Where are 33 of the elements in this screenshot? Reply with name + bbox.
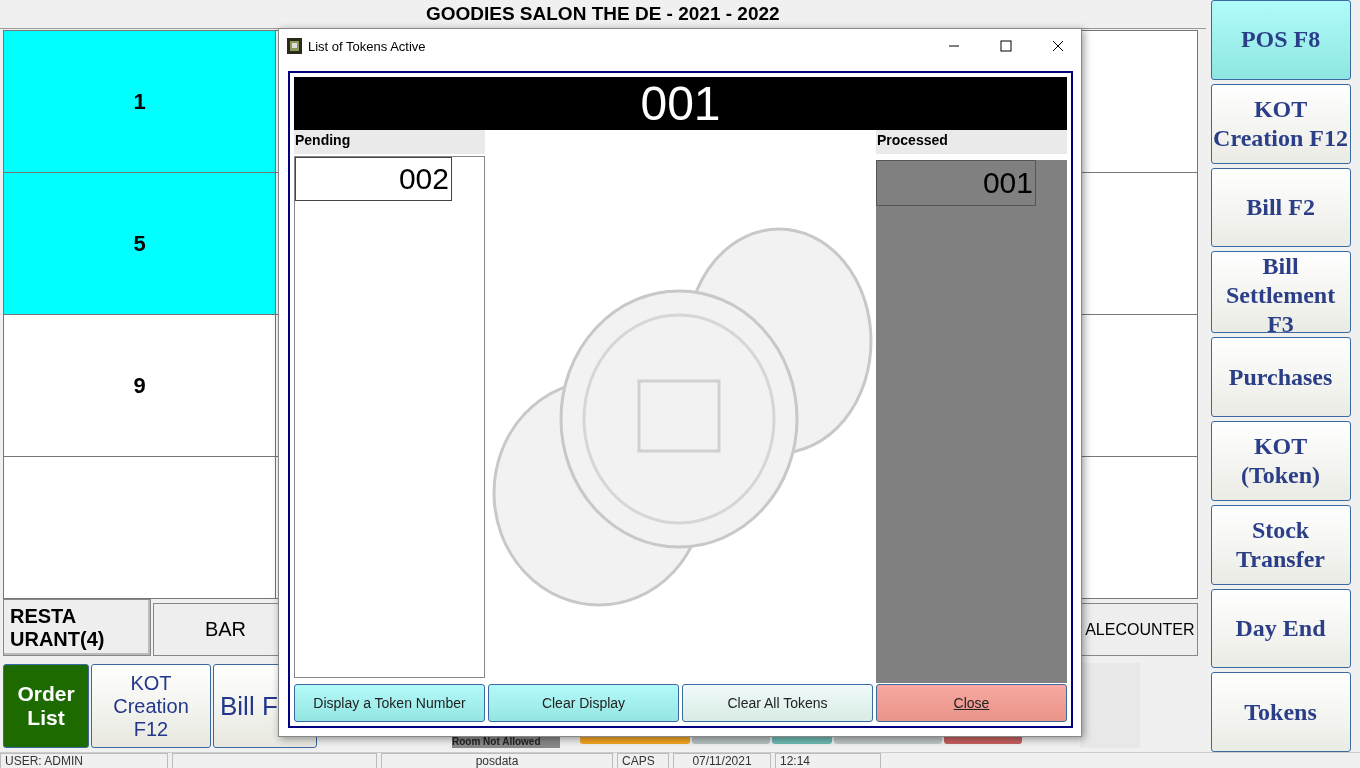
menu-button[interactable]: Tokens <box>1210 672 1351 752</box>
token-item[interactable]: 002 <box>295 157 452 201</box>
dialog-button[interactable]: Clear Display <box>488 684 679 722</box>
processed-heading: Processed <box>876 130 1067 154</box>
menu-button[interactable]: Purchases <box>1210 337 1351 417</box>
status-field: CAPS <box>617 753 669 768</box>
table-tile[interactable]: 5 <box>4 173 276 314</box>
dialog-button[interactable]: Clear All Tokens <box>682 684 873 722</box>
dialog-button[interactable]: Display a Token Number <box>294 684 485 722</box>
status-field: posdata <box>381 753 613 768</box>
dialog-button[interactable]: Close <box>876 684 1067 722</box>
menu-button[interactable]: Bill F2 <box>1210 167 1351 248</box>
table-tile[interactable]: 9 <box>4 315 276 456</box>
menu-button[interactable]: POS F8 <box>1210 0 1351 80</box>
menu-button[interactable]: Day End <box>1210 588 1351 669</box>
table-tile[interactable] <box>4 457 276 598</box>
app-icon <box>287 38 302 54</box>
dialog-title: List of Tokens Active <box>308 38 427 54</box>
token-display: 001 <box>294 77 1067 130</box>
table-tile[interactable]: 1 <box>4 31 276 172</box>
status-field: 12:14 <box>775 753 881 768</box>
pending-heading: Pending <box>294 130 485 154</box>
menu-button[interactable]: KOT (Token) <box>1210 421 1351 501</box>
status-field: 07/11/2021 <box>673 753 771 768</box>
section-tab[interactable]: ALECOUNTER <box>1079 603 1198 656</box>
toolbar-button[interactable]: Order List <box>3 664 89 748</box>
menu-button[interactable]: Stock Transfer <box>1210 504 1351 585</box>
status-field: USER: ADMIN <box>0 753 168 768</box>
menu-button[interactable]: Bill Settlement F3 <box>1210 251 1351 334</box>
token-item[interactable]: 001 <box>876 160 1036 206</box>
toolbar-button[interactable]: KOT Creation F12 <box>91 664 211 748</box>
menu-button[interactable]: KOT Creation F12 <box>1210 83 1351 164</box>
section-tab[interactable]: RESTA URANT(4) <box>3 599 151 656</box>
